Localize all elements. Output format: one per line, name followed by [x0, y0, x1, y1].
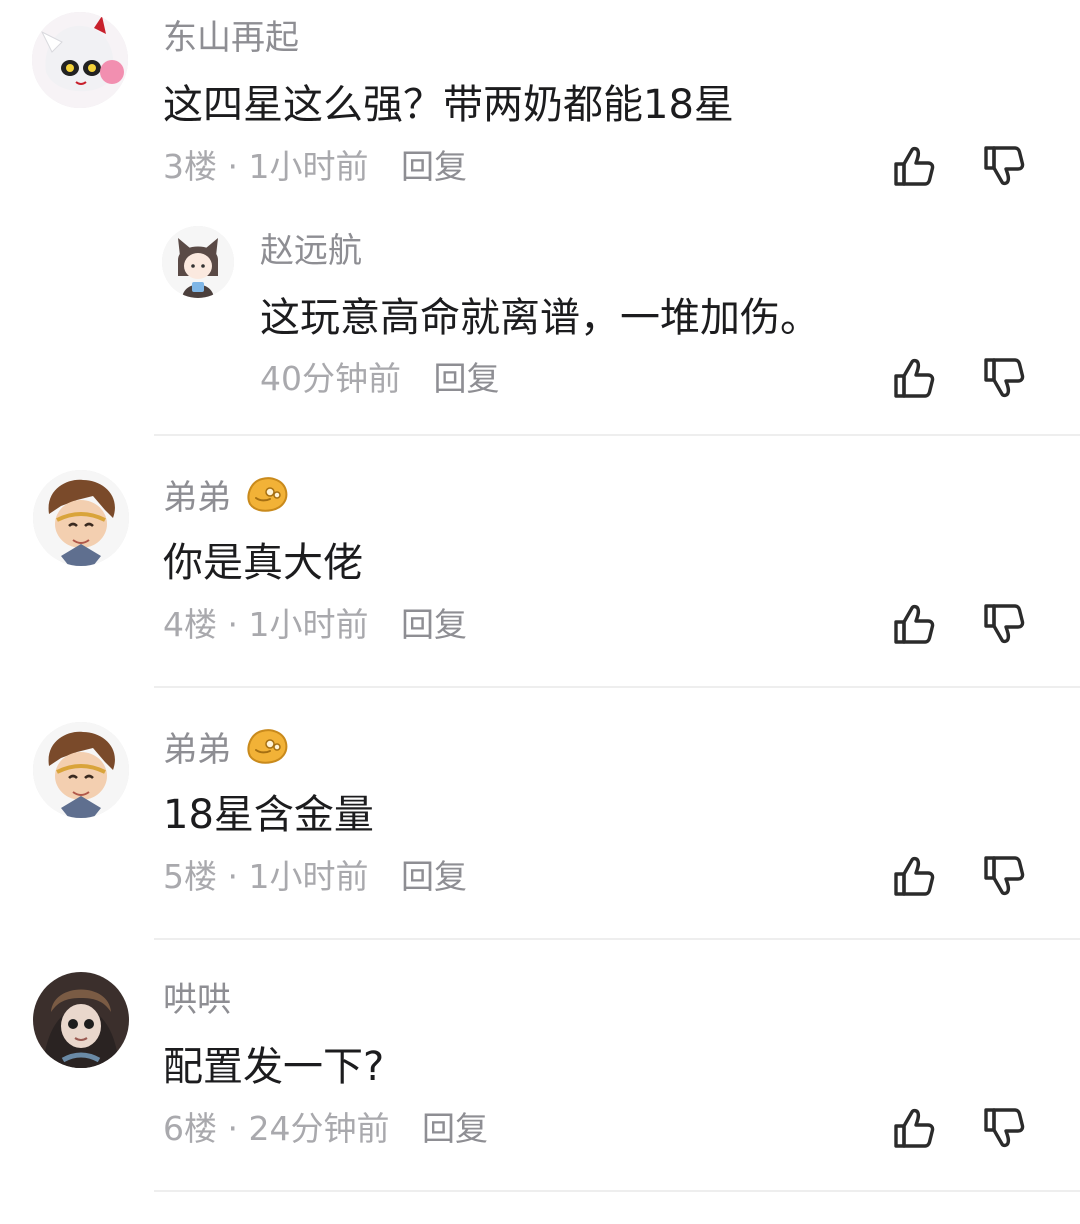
divider [154, 1190, 1080, 1192]
comment-meta: 3楼 · 1小时前 回复 [163, 147, 467, 187]
thumbs-down-icon [980, 600, 1028, 648]
timestamp: 24分钟前 [248, 1109, 390, 1148]
floor-number: 5楼 [163, 857, 217, 896]
like-button[interactable] [890, 852, 938, 900]
dislike-button[interactable] [980, 354, 1028, 402]
comment-meta: 4楼 · 1小时前 回复 [163, 605, 467, 645]
floor-number: 6楼 [163, 1109, 217, 1148]
reply-button[interactable]: 回复 [434, 359, 500, 398]
comment-meta: 5楼 · 1小时前 回复 [163, 857, 467, 897]
thumbs-down-icon [980, 852, 1028, 900]
like-button[interactable] [890, 354, 938, 402]
comment-meta: 6楼 · 24分钟前 回复 [163, 1109, 488, 1149]
meta-separator: · [227, 605, 239, 644]
floor-number: 3楼 [163, 147, 217, 186]
meta-separator: · [227, 147, 239, 186]
thumbs-down-icon [980, 354, 1028, 402]
thumbs-up-icon [890, 852, 938, 900]
thumbs-up-icon [890, 142, 938, 190]
reply-text: 这玩意高命就离谱，一堆加伤。 [260, 295, 820, 341]
username[interactable]: 弟弟 [163, 478, 231, 518]
timestamp: 40分钟前 [260, 359, 401, 398]
reply-button[interactable]: 回复 [401, 857, 467, 896]
dislike-button[interactable] [980, 142, 1028, 190]
reply-button[interactable]: 回复 [401, 147, 467, 186]
thumbs-up-icon [890, 600, 938, 648]
reply-avatar[interactable] [162, 226, 234, 298]
comment-item: 弟弟 18星含金量 5楼 · 1小时前 回复 [0, 692, 1080, 942]
comment-item: 弟弟 你是真大佬 4楼 · 1小时前 回复 [0, 440, 1080, 690]
dislike-button[interactable] [980, 852, 1028, 900]
comment-text: 18星含金量 [163, 792, 374, 838]
comment-text: 这四星这么强？带两奶都能18星 [163, 82, 734, 128]
like-button[interactable] [890, 600, 938, 648]
avatar[interactable] [33, 972, 129, 1068]
thumbs-down-icon [980, 1104, 1028, 1152]
comment-text: 你是真大佬 [163, 540, 363, 586]
divider [154, 938, 1080, 940]
timestamp: 1小时前 [248, 857, 369, 896]
reply-button[interactable]: 回复 [422, 1109, 488, 1148]
gold-mooncake-badge-icon [244, 474, 290, 514]
reply-meta: 40分钟前 回复 [260, 359, 500, 399]
gold-mooncake-badge-icon [244, 726, 290, 766]
dislike-button[interactable] [980, 600, 1028, 648]
thumbs-down-icon [980, 142, 1028, 190]
divider [154, 434, 1080, 436]
comment-item: 东山再起 这四星这么强？带两奶都能18星 3楼 · 1小时前 回复 赵远航 这玩… [0, 0, 1080, 420]
reply-button[interactable]: 回复 [401, 605, 467, 644]
like-button[interactable] [890, 1104, 938, 1152]
username[interactable]: 哄哄 [163, 980, 231, 1020]
avatar[interactable] [32, 12, 128, 108]
timestamp: 1小时前 [248, 147, 369, 186]
meta-separator: · [227, 857, 239, 896]
username[interactable]: 弟弟 [163, 730, 231, 770]
thumbs-up-icon [890, 354, 938, 402]
avatar[interactable] [33, 470, 129, 566]
timestamp: 1小时前 [248, 605, 369, 644]
divider [154, 686, 1080, 688]
comment-item: 哄哄 配置发一下? 6楼 · 24分钟前 回复 [0, 944, 1080, 1194]
avatar[interactable] [33, 722, 129, 818]
comment-text: 配置发一下? [163, 1044, 385, 1090]
like-button[interactable] [890, 142, 938, 190]
thumbs-up-icon [890, 1104, 938, 1152]
meta-separator: · [227, 1109, 239, 1148]
floor-number: 4楼 [163, 605, 217, 644]
username[interactable]: 东山再起 [163, 18, 299, 58]
dislike-button[interactable] [980, 1104, 1028, 1152]
username[interactable]: 赵远航 [260, 231, 362, 271]
